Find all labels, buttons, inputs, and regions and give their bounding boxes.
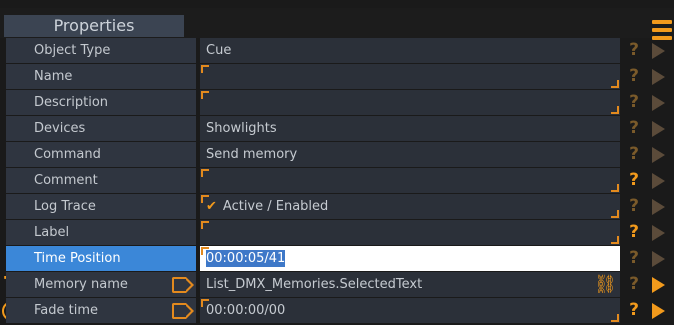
help-icon[interactable]: ?: [626, 65, 642, 87]
property-row-log-trace: Log Trace ✔ Active / Enabled ?: [0, 194, 674, 219]
property-value-memory-name[interactable]: List_DMX_Memories.SelectedText: [200, 272, 620, 297]
property-row-memory-name: T Memory name List_DMX_Memories.Selected…: [0, 272, 674, 297]
selected-value-text[interactable]: 00:00:05/41: [206, 250, 286, 267]
play-icon[interactable]: [652, 69, 665, 85]
link-tag-icon[interactable]: [172, 303, 194, 319]
help-icon[interactable]: ?: [626, 273, 642, 295]
edit-corner-marker: [611, 184, 619, 192]
help-icon[interactable]: ?: [626, 117, 642, 139]
play-icon[interactable]: [652, 173, 665, 189]
edit-corner-marker: [611, 314, 619, 322]
property-row-devices: Devices Showlights ?: [0, 116, 674, 141]
play-icon[interactable]: [652, 225, 665, 241]
property-row-name: Name ?: [0, 64, 674, 89]
play-icon[interactable]: [652, 147, 665, 163]
property-row-fade-time: Fade time 00:00:00/00 ?: [0, 298, 674, 323]
help-icon[interactable]: ?: [626, 39, 642, 61]
value-text: Send memory: [206, 147, 298, 162]
play-icon[interactable]: [652, 43, 665, 59]
property-value-time-position[interactable]: 00:00:05/41: [200, 246, 620, 271]
play-icon[interactable]: [652, 199, 665, 215]
property-label: Fade time: [6, 298, 196, 323]
property-label: Description: [6, 90, 196, 115]
property-label: Devices: [6, 116, 196, 141]
help-icon[interactable]: ?: [626, 195, 642, 217]
property-value-label[interactable]: [200, 220, 620, 245]
edit-corner-marker: [611, 106, 619, 114]
edit-corner-marker: [201, 169, 209, 177]
property-label: Time Position: [6, 246, 196, 271]
property-label: Memory name: [6, 272, 196, 297]
property-label: Object Type: [6, 38, 196, 63]
panel-title: Properties: [4, 15, 184, 37]
property-row-time-position: Time Position 00:00:05/41 ?: [0, 246, 674, 271]
chain-link-icon[interactable]: ⛓: [594, 275, 617, 295]
value-text: List_DMX_Memories.SelectedText: [206, 277, 423, 292]
help-icon[interactable]: ?: [626, 247, 642, 269]
property-value-fade-time[interactable]: 00:00:00/00: [200, 298, 620, 323]
play-icon[interactable]: [652, 251, 665, 267]
property-row-command: Command Send memory ?: [0, 142, 674, 167]
property-value-devices[interactable]: Showlights: [200, 116, 620, 141]
property-value-command[interactable]: Send memory: [200, 142, 620, 167]
property-label: Command: [6, 142, 196, 167]
edit-corner-marker: [201, 299, 209, 307]
edit-corner-marker: [201, 247, 209, 255]
property-label: Log Trace: [6, 194, 196, 219]
edit-corner-marker: [611, 236, 619, 244]
help-icon[interactable]: ?: [626, 143, 642, 165]
edit-corner-marker: [611, 80, 619, 88]
play-icon[interactable]: [652, 95, 665, 111]
edit-corner-marker: [201, 195, 209, 203]
play-icon[interactable]: [652, 303, 665, 319]
help-icon[interactable]: ?: [626, 169, 642, 191]
edit-corner-marker: [201, 221, 209, 229]
play-icon[interactable]: [652, 121, 665, 137]
property-label: Label: [6, 220, 196, 245]
help-icon[interactable]: ?: [626, 221, 642, 243]
value-text: 00:00:00/00: [206, 303, 286, 318]
property-row-object-type: Object Type Cue ?: [0, 38, 674, 63]
value-text: Active / Enabled: [222, 199, 329, 214]
edit-corner-marker: [611, 210, 619, 218]
properties-header: Properties: [0, 8, 674, 40]
edit-corner-marker: [201, 91, 209, 99]
property-label: Name: [6, 64, 196, 89]
hamburger-menu-icon[interactable]: [652, 20, 672, 40]
property-row-description: Description ?: [0, 90, 674, 115]
value-text: Showlights: [206, 121, 277, 136]
property-value-comment[interactable]: [200, 168, 620, 193]
edit-corner-marker: [201, 65, 209, 73]
play-icon[interactable]: [652, 277, 665, 293]
value-text: Cue: [206, 43, 232, 58]
property-value-name[interactable]: [200, 64, 620, 89]
property-label: Comment: [6, 168, 196, 193]
properties-panel: Properties Object Type Cue ? Name ? Desc…: [0, 0, 674, 325]
property-row-label: Label ?: [0, 220, 674, 245]
help-icon[interactable]: ?: [626, 91, 642, 113]
property-value-description[interactable]: [200, 90, 620, 115]
link-tag-icon[interactable]: [172, 277, 194, 293]
property-value-object-type[interactable]: Cue: [200, 38, 620, 63]
property-value-log-trace[interactable]: ✔ Active / Enabled: [200, 194, 620, 219]
property-row-comment: Comment ?: [0, 168, 674, 193]
help-icon[interactable]: ?: [626, 299, 642, 321]
